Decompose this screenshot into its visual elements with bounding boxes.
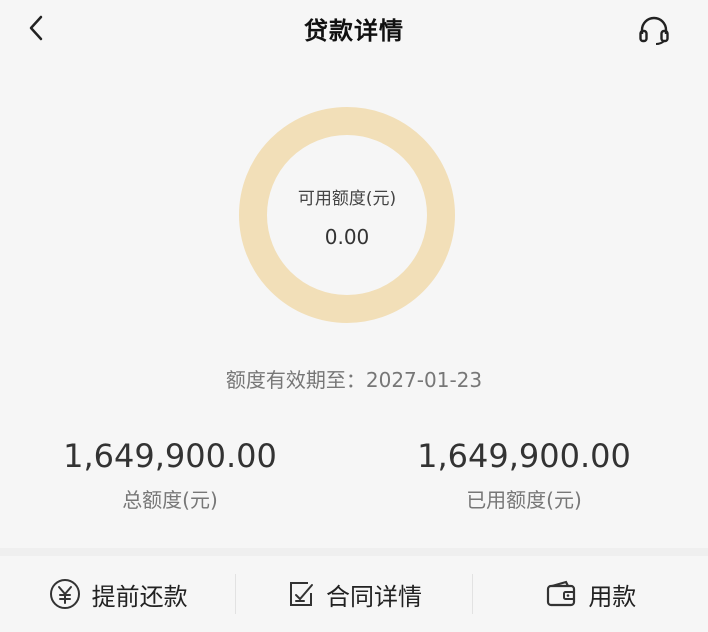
total-credit-value: 1,649,900.00	[63, 437, 277, 475]
early-repayment-label: 提前还款	[91, 582, 188, 611]
used-credit-stat: 1,649,900.00 已用额度(元)	[374, 436, 674, 513]
draw-funds-label: 用款	[588, 582, 637, 611]
page-title: 贷款详情	[304, 16, 404, 45]
used-credit-label: 已用额度(元)	[466, 488, 582, 512]
yen-circle-icon	[48, 577, 82, 611]
back-button[interactable]	[20, 12, 52, 44]
section-divider	[0, 548, 708, 556]
total-credit-label: 总额度(元)	[122, 488, 218, 512]
available-credit-value: 0.00	[324, 225, 370, 249]
draw-funds-button[interactable]: 用款	[473, 556, 708, 632]
headset-icon	[639, 16, 669, 45]
credit-validity-text: 额度有效期至：2027-01-23	[225, 368, 483, 392]
available-credit-ring: 可用额度(元) 0.00	[238, 106, 456, 324]
ring-chart	[239, 107, 455, 323]
contract-edit-icon	[286, 579, 316, 609]
used-credit-value: 1,649,900.00	[417, 437, 631, 475]
contract-details-label: 合同详情	[325, 582, 422, 611]
contract-details-button[interactable]: 合同详情	[236, 556, 471, 632]
wallet-icon	[544, 579, 578, 609]
chevron-left-icon	[29, 15, 43, 41]
customer-service-button[interactable]	[636, 12, 672, 48]
bottom-action-bar: 提前还款 合同详情 用款	[0, 556, 708, 632]
ring-track	[239, 107, 455, 323]
early-repayment-button[interactable]: 提前还款	[0, 556, 235, 632]
available-credit-label: 可用额度(元)	[297, 189, 397, 209]
header-bar: 贷款详情	[0, 0, 708, 56]
total-credit-stat: 1,649,900.00 总额度(元)	[20, 436, 320, 513]
